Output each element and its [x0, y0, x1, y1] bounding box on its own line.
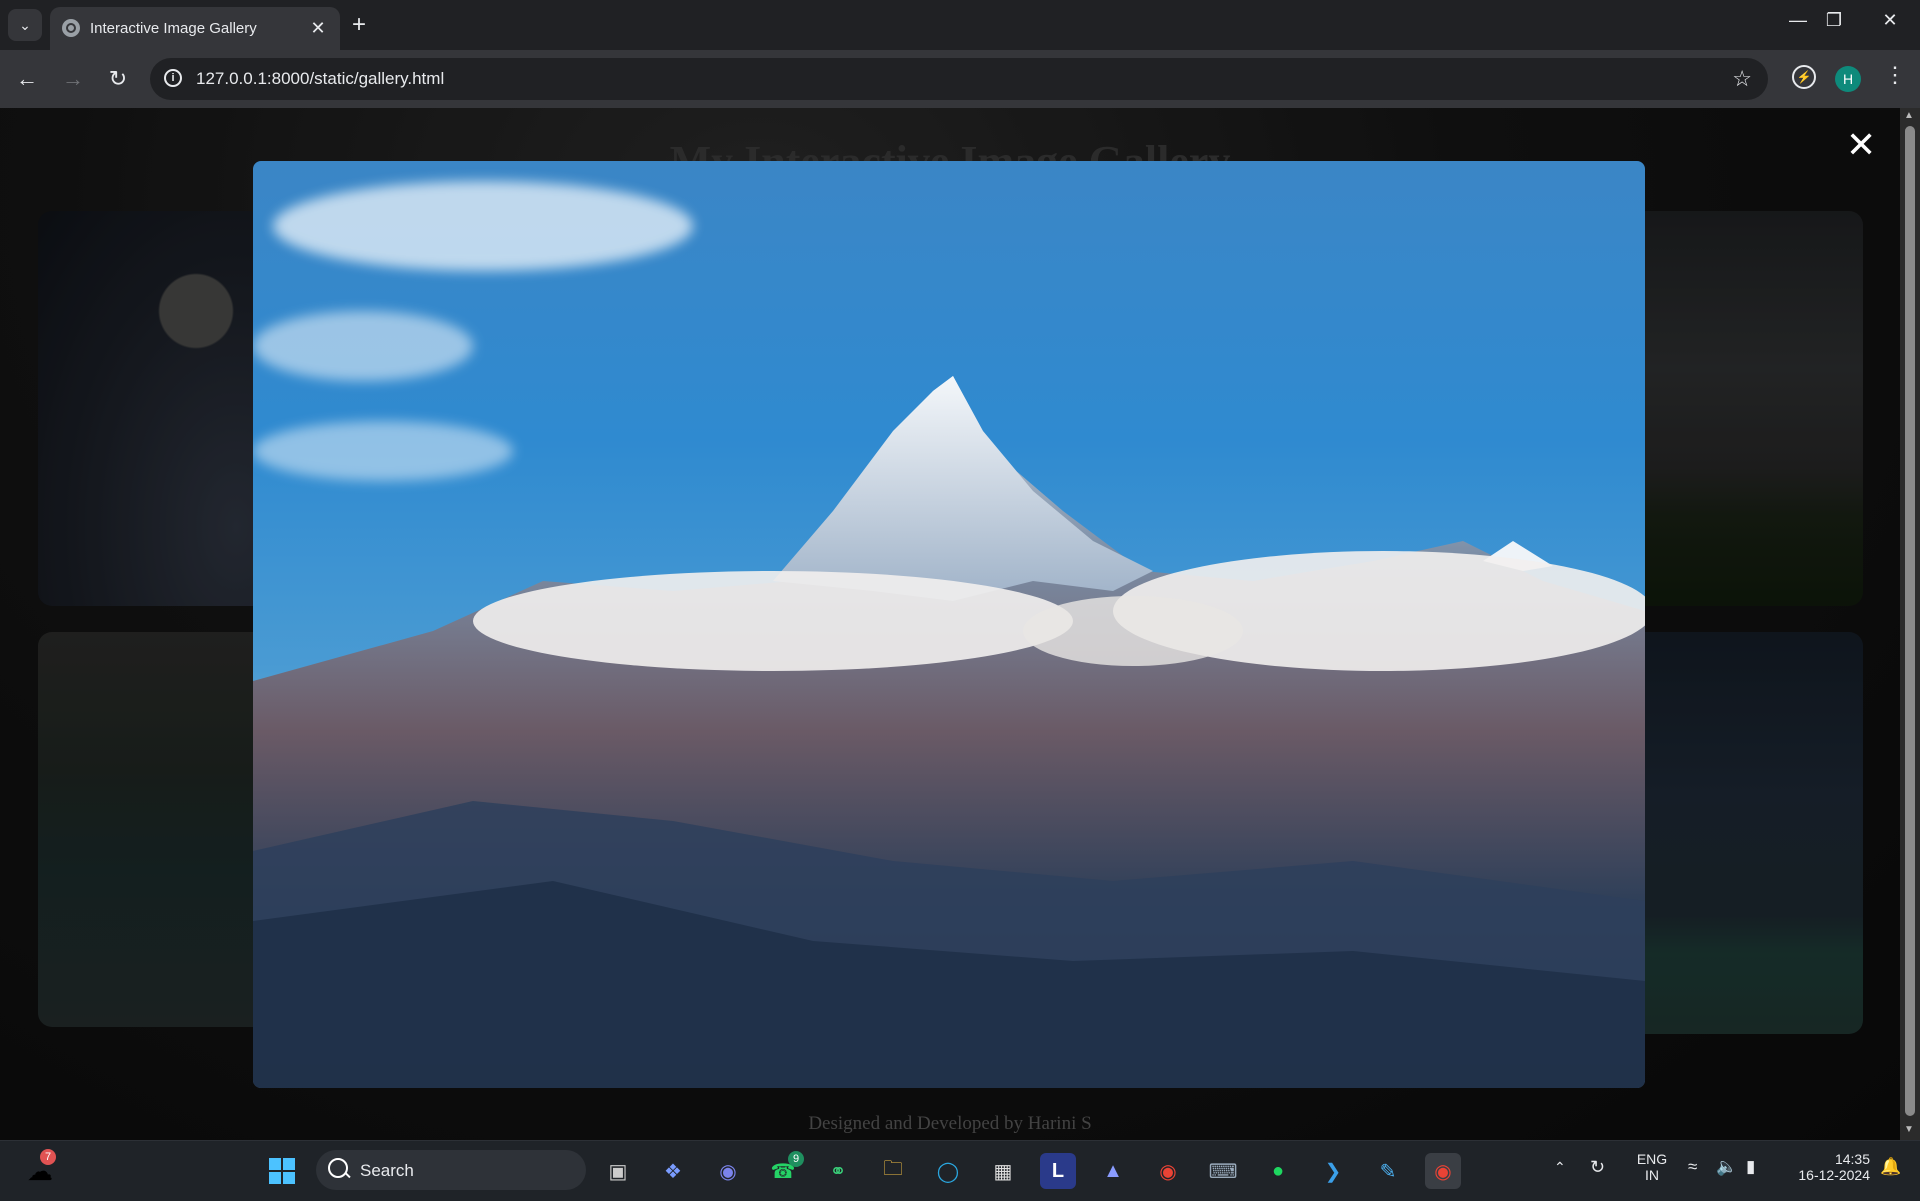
search-icon — [328, 1158, 348, 1178]
taskbar-search[interactable]: Search — [316, 1150, 586, 1190]
browser-toolbar: ← → ↻ i 127.0.0.1:8000/static/gallery.ht… — [0, 50, 1920, 108]
minimize-button[interactable]: — — [1778, 10, 1818, 31]
close-window-button[interactable]: ✕ — [1870, 10, 1910, 31]
bookmark-star-icon[interactable]: ☆ — [1732, 66, 1752, 92]
whatsapp-badge: 9 — [788, 1151, 804, 1167]
scroll-up-icon[interactable]: ▲ — [1904, 110, 1914, 121]
date-label: 16-12-2024 — [1798, 1167, 1870, 1183]
file-explorer-icon[interactable]: 🗀 — [875, 1153, 911, 1189]
chevron-up-icon[interactable]: ⌃ — [1554, 1159, 1566, 1176]
notification-bell-icon[interactable]: 🔔 — [1880, 1157, 1901, 1177]
spotify-icon[interactable]: ● — [1260, 1153, 1296, 1189]
windows-start-icon[interactable] — [264, 1153, 300, 1189]
loader-app-icon[interactable]: ⚭ — [820, 1153, 856, 1189]
edge-icon[interactable]: ◯ — [930, 1153, 966, 1189]
restore-button[interactable]: ❐ — [1814, 10, 1854, 31]
paint-app-icon[interactable]: ✎ — [1370, 1153, 1406, 1189]
site-info-icon[interactable]: i — [164, 69, 182, 87]
tab-bar: ⌄ Interactive Image Gallery ✕ + — ❐ ✕ — [0, 0, 1920, 50]
teams-icon[interactable]: ◉ — [710, 1153, 746, 1189]
scroll-thumb[interactable] — [1905, 126, 1915, 1116]
language-indicator[interactable]: ENG IN — [1634, 1151, 1670, 1183]
time-label: 14:35 — [1834, 1151, 1870, 1167]
chrome-icon[interactable]: ◉ — [1150, 1153, 1186, 1189]
taskbar: ☁ 7 Search ▣ ❖ ◉ ☎ 9 ⚭ 🗀 ◯ ▦ L ▲ ◉ ⌨ ● ❯… — [0, 1140, 1920, 1201]
volume-icon[interactable]: 🔈 — [1716, 1157, 1737, 1177]
keyboard-app-icon[interactable]: ⌨ — [1205, 1153, 1241, 1189]
mountain-scene — [253, 376, 1645, 1088]
globe-icon — [62, 19, 80, 37]
weather-badge: 7 — [40, 1149, 56, 1165]
lightbox-image — [253, 161, 1645, 1088]
language-label: ENG — [1636, 1151, 1668, 1167]
wifi-icon[interactable]: ≈ — [1688, 1157, 1697, 1177]
profile-avatar[interactable]: H — [1835, 66, 1861, 92]
performance-icon[interactable]: ⚡ — [1792, 65, 1816, 89]
page-scrollbar[interactable]: ▲ ▼ — [1900, 108, 1920, 1140]
task-view-icon[interactable]: ▣ — [600, 1153, 636, 1189]
back-button[interactable]: ← — [12, 65, 42, 93]
tab-close-button[interactable]: ✕ — [306, 16, 330, 40]
triangle-app-icon[interactable]: ▲ — [1095, 1153, 1131, 1189]
battery-icon[interactable]: ▮ — [1746, 1157, 1755, 1177]
tab-search-button[interactable]: ⌄ — [8, 9, 42, 41]
forward-button[interactable]: → — [58, 65, 88, 93]
lightbox-close-icon[interactable]: ✕ — [1846, 127, 1876, 163]
chrome-active-icon[interactable]: ◉ — [1425, 1153, 1461, 1189]
chevron-down-icon: ⌄ — [19, 16, 31, 33]
reload-button[interactable]: ↻ — [103, 65, 133, 93]
scroll-down-icon[interactable]: ▼ — [1904, 1124, 1914, 1135]
vscode-icon[interactable]: ❯ — [1315, 1153, 1351, 1189]
search-label: Search — [360, 1161, 414, 1180]
tab-title: Interactive Image Gallery — [90, 20, 257, 37]
tab-active[interactable]: Interactive Image Gallery ✕ — [50, 7, 340, 50]
l-app-icon[interactable]: L — [1040, 1153, 1076, 1189]
url-text[interactable]: 127.0.0.1:8000/static/gallery.html — [196, 69, 444, 89]
sync-icon[interactable]: ↻ — [1590, 1157, 1605, 1178]
address-bar[interactable]: i 127.0.0.1:8000/static/gallery.html ☆ — [150, 58, 1768, 100]
clock[interactable]: 14:35 16-12-2024 — [1786, 1151, 1870, 1183]
menu-icon[interactable]: ⋮ — [1884, 62, 1906, 88]
page-viewport: My Interactive Image Gallery Designed an… — [0, 108, 1900, 1140]
copilot-icon[interactable]: ❖ — [655, 1153, 691, 1189]
region-label: IN — [1645, 1167, 1659, 1183]
new-tab-button[interactable]: + — [352, 12, 366, 38]
store-icon[interactable]: ▦ — [985, 1153, 1021, 1189]
